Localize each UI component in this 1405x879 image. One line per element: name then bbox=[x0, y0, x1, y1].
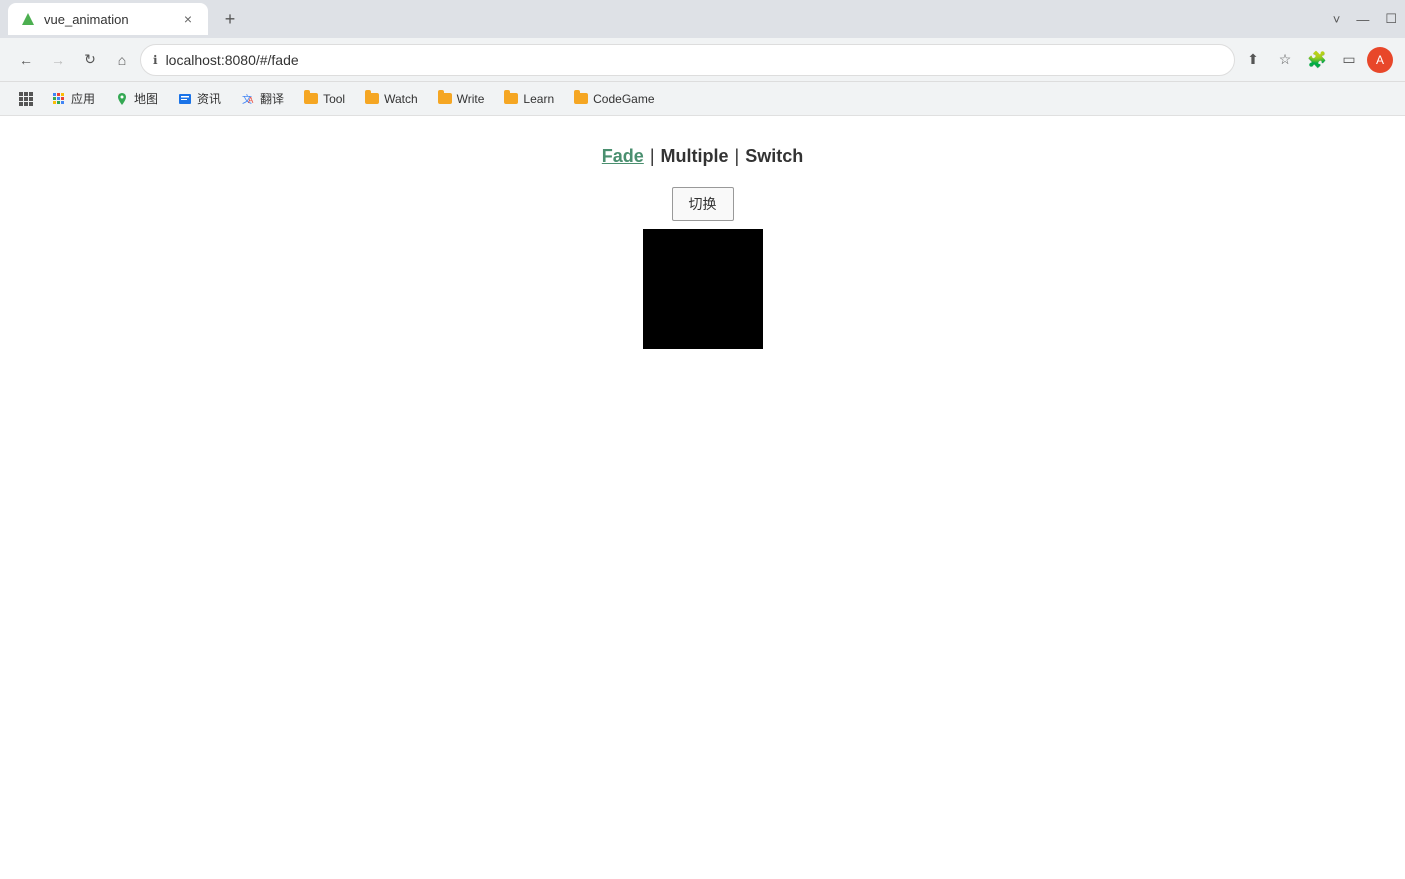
extensions-button[interactable]: 🧩 bbox=[1303, 46, 1331, 74]
tab-favicon bbox=[20, 11, 36, 27]
home-icon: ⌂ bbox=[118, 52, 126, 68]
separator-2: | bbox=[735, 146, 740, 167]
bookmark-learn-label: Learn bbox=[523, 92, 554, 106]
sidebar-button[interactable]: ▭ bbox=[1335, 46, 1363, 74]
bookmark-codegame[interactable]: CodeGame bbox=[566, 89, 662, 109]
profile-avatar[interactable]: A bbox=[1367, 47, 1393, 73]
new-tab-button[interactable]: + bbox=[216, 5, 244, 33]
nav-actions: ⬆ ☆ 🧩 ▭ A bbox=[1239, 46, 1393, 74]
apps-icon bbox=[52, 92, 66, 106]
page-content: Fade | Multiple | Switch 切换 bbox=[0, 116, 1405, 879]
apps-grid-button[interactable] bbox=[12, 85, 40, 113]
back-button[interactable]: ← bbox=[12, 46, 40, 74]
bookmark-translate-label: 翻译 bbox=[260, 90, 284, 107]
bookmark-codegame-label: CodeGame bbox=[593, 92, 654, 106]
address-info-icon: ℹ bbox=[153, 53, 158, 67]
window-controls: ˅ — ☐ bbox=[1333, 11, 1397, 27]
nav-link-multiple[interactable]: Multiple bbox=[661, 146, 729, 167]
folder-codegame-icon bbox=[574, 92, 588, 106]
bookmark-tool-label: Tool bbox=[323, 92, 345, 106]
bookmark-news-label: 资讯 bbox=[197, 90, 221, 107]
folder-write-icon bbox=[438, 92, 452, 106]
browser-tab[interactable]: vue_animation × bbox=[8, 3, 208, 35]
reload-icon: ↻ bbox=[84, 51, 96, 68]
translate-icon: 文 A bbox=[241, 92, 255, 106]
separator-1: | bbox=[650, 146, 655, 167]
tab-title: vue_animation bbox=[44, 12, 172, 27]
page-navigation: Fade | Multiple | Switch bbox=[602, 146, 803, 167]
bookmark-button[interactable]: ☆ bbox=[1271, 46, 1299, 74]
bookmark-news[interactable]: 资讯 bbox=[170, 87, 229, 110]
svg-text:A: A bbox=[248, 96, 254, 105]
minimize-control[interactable]: — bbox=[1356, 12, 1369, 27]
avatar-initial: A bbox=[1376, 53, 1384, 67]
folder-learn-icon bbox=[504, 92, 518, 106]
forward-button[interactable]: → bbox=[44, 46, 72, 74]
sidebar-icon: ▭ bbox=[1342, 51, 1355, 68]
news-icon bbox=[178, 92, 192, 106]
bookmark-watch-label: Watch bbox=[384, 92, 418, 106]
animation-box bbox=[643, 229, 763, 349]
back-icon: ← bbox=[19, 52, 33, 68]
bookmark-tool[interactable]: Tool bbox=[296, 89, 353, 109]
nav-link-switch[interactable]: Switch bbox=[745, 146, 803, 167]
forward-icon: → bbox=[51, 52, 65, 68]
title-bar: vue_animation × + ˅ — ☐ bbox=[0, 0, 1405, 38]
bookmark-maps[interactable]: 地图 bbox=[107, 87, 166, 110]
address-bar[interactable]: ℹ localhost:8080/#/fade bbox=[140, 44, 1235, 76]
nav-link-fade[interactable]: Fade bbox=[602, 146, 644, 167]
address-text: localhost:8080/#/fade bbox=[166, 52, 1222, 68]
reload-button[interactable]: ↻ bbox=[76, 46, 104, 74]
bookmark-write-label: Write bbox=[457, 92, 485, 106]
switch-button[interactable]: 切换 bbox=[672, 187, 734, 221]
tab-close-button[interactable]: × bbox=[180, 11, 196, 27]
home-button[interactable]: ⌂ bbox=[108, 46, 136, 74]
bookmark-maps-label: 地图 bbox=[134, 90, 158, 107]
folder-tool-icon bbox=[304, 92, 318, 106]
maximize-control[interactable]: ☐ bbox=[1385, 11, 1397, 27]
apps-grid-icon bbox=[18, 91, 34, 107]
maps-icon bbox=[115, 92, 129, 106]
bookmark-learn[interactable]: Learn bbox=[496, 89, 562, 109]
bookmark-apps-label: 应用 bbox=[71, 90, 95, 107]
chevron-control[interactable]: ˅ bbox=[1333, 12, 1341, 27]
bookmark-watch[interactable]: Watch bbox=[357, 89, 426, 109]
bookmarks-bar: 应用 地图 资讯 文 A 翻译 bbox=[0, 82, 1405, 116]
puzzle-icon: 🧩 bbox=[1307, 50, 1327, 70]
folder-watch-icon bbox=[365, 92, 379, 106]
share-icon: ⬆ bbox=[1247, 51, 1259, 68]
bookmark-write[interactable]: Write bbox=[430, 89, 493, 109]
navigation-bar: ← → ↻ ⌂ ℹ localhost:8080/#/fade ⬆ ☆ 🧩 ▭ … bbox=[0, 38, 1405, 82]
bookmark-translate[interactable]: 文 A 翻译 bbox=[233, 87, 292, 110]
share-button[interactable]: ⬆ bbox=[1239, 46, 1267, 74]
bookmark-apps[interactable]: 应用 bbox=[44, 87, 103, 110]
star-icon: ☆ bbox=[1279, 51, 1292, 68]
